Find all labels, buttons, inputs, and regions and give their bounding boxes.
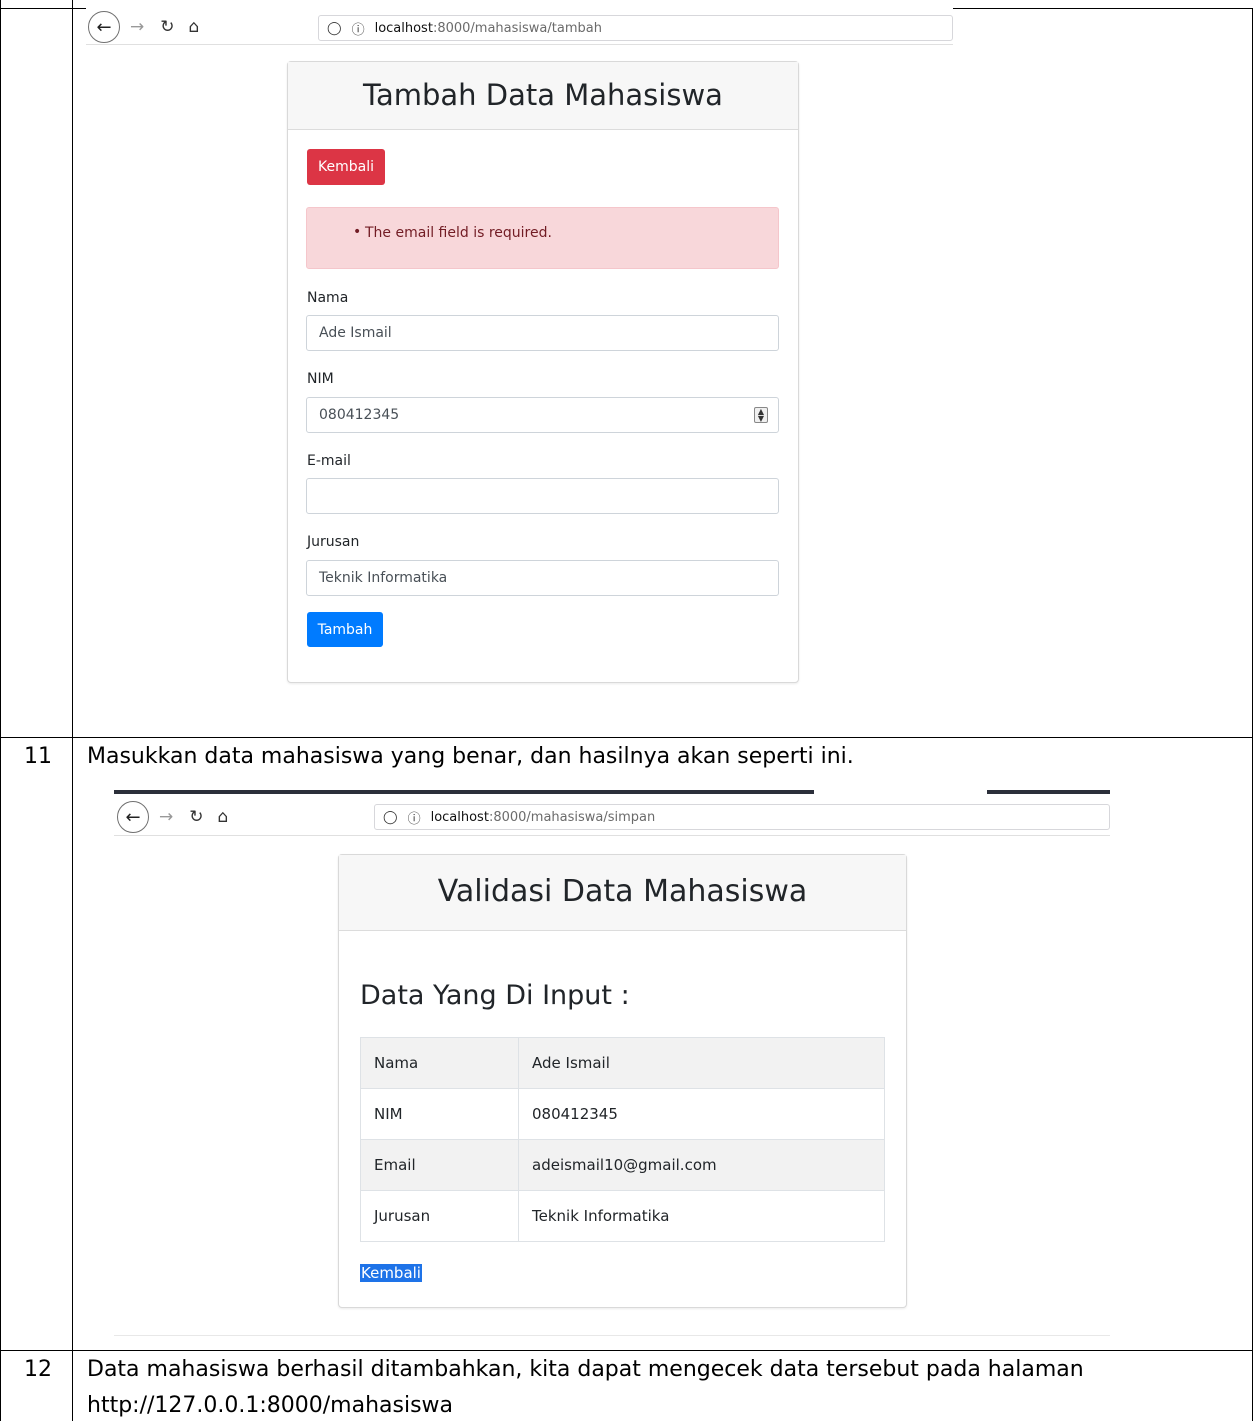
tab-strip	[987, 790, 1110, 794]
row-text-url: http://127.0.0.1:8000/mahasiswa	[87, 1393, 454, 1418]
table-column-divider	[72, 0, 73, 1421]
reload-icon[interactable]: ↻	[189, 807, 203, 827]
nim-input[interactable]: 080412345 ▲ ▼	[306, 397, 779, 433]
validation-alert: • The email field is required.	[306, 207, 779, 269]
screenshot-bottom-border	[114, 1335, 1110, 1336]
toolbar-bottom-border	[114, 835, 1110, 836]
table-top-border	[0, 8, 86, 9]
row-number: 11	[24, 744, 52, 769]
table-key: Nama	[360, 1037, 519, 1089]
number-spinner-icon[interactable]: ▲ ▼	[754, 407, 768, 423]
kembali-button[interactable]: Kembali	[307, 149, 385, 185]
nim-value: 080412345	[319, 407, 400, 423]
home-icon[interactable]: ⌂	[218, 807, 229, 827]
tambah-button[interactable]: Tambah	[307, 612, 383, 647]
table-key: Email	[360, 1139, 519, 1191]
info-icon: ⓘ	[351, 22, 365, 38]
alert-message: The email field is required.	[365, 225, 552, 241]
kembali-link[interactable]: Kembali	[360, 1264, 422, 1282]
reload-icon[interactable]: ↻	[160, 17, 174, 37]
table-value: adeismail10@gmail.com	[518, 1139, 885, 1191]
table-value: Teknik Informatika	[518, 1190, 885, 1242]
section-title: Data Yang Di Input :	[360, 980, 630, 1011]
browser-toolbar: ← → ↻ ⌂	[88, 11, 199, 43]
home-icon[interactable]: ⌂	[189, 17, 200, 37]
back-arrow-icon[interactable]: ←	[88, 11, 120, 43]
table-top-border-right	[953, 8, 1253, 9]
row-text: Masukkan data mahasiswa yang benar, dan …	[87, 744, 854, 769]
address-bar[interactable]: ◯ ⓘ localhost:8000/mahasiswa/tambah	[318, 15, 953, 41]
data-table: Nama Ade Ismail NIM 080412345 Email adei…	[360, 1037, 885, 1242]
table-row-divider	[0, 737, 1253, 738]
row-text: Data mahasiswa berhasil ditambahkan, kit…	[87, 1357, 1084, 1382]
shield-icon: ◯	[327, 20, 342, 36]
table-value: Ade Ismail	[518, 1037, 885, 1089]
table-row: Email adeismail10@gmail.com	[360, 1139, 885, 1191]
forward-arrow-icon[interactable]: →	[130, 17, 144, 37]
field-label-jurusan: Jurusan	[307, 534, 360, 550]
back-arrow-icon[interactable]: ←	[117, 801, 149, 833]
field-label-nama: Nama	[307, 290, 349, 306]
url-host: localhost	[374, 20, 433, 36]
table-row: Nama Ade Ismail	[360, 1037, 885, 1089]
card-title: Tambah Data Mahasiswa	[288, 62, 798, 130]
row-number: 12	[24, 1357, 52, 1382]
url-path: :8000/mahasiswa/tambah	[432, 20, 602, 36]
toolbar-bottom-border	[86, 44, 953, 45]
card-title: Validasi Data Mahasiswa	[339, 855, 906, 931]
table-row-divider	[0, 1350, 1253, 1351]
tab-strip	[114, 790, 814, 794]
url-path: :8000/mahasiswa/simpan	[488, 809, 656, 825]
field-label-email: E-mail	[307, 453, 351, 469]
alert-bullet: •	[353, 224, 362, 240]
field-label-nim: NIM	[307, 371, 334, 387]
info-icon: ⓘ	[407, 811, 421, 827]
nama-input[interactable]: Ade Ismail	[306, 315, 779, 351]
email-input[interactable]	[306, 478, 779, 514]
shield-icon: ◯	[383, 809, 398, 825]
table-key: Jurusan	[360, 1190, 519, 1242]
table-value: 080412345	[518, 1088, 885, 1140]
forward-arrow-icon[interactable]: →	[159, 807, 173, 827]
browser-toolbar: ← → ↻ ⌂	[117, 801, 228, 833]
url-host: localhost	[430, 809, 489, 825]
jurusan-input[interactable]: Teknik Informatika	[306, 560, 779, 596]
address-bar[interactable]: ◯ ⓘ localhost:8000/mahasiswa/simpan	[374, 804, 1110, 830]
table-row: Jurusan Teknik Informatika	[360, 1190, 885, 1242]
table-border-left	[0, 0, 1, 1421]
table-key: NIM	[360, 1088, 519, 1140]
table-row: NIM 080412345	[360, 1088, 885, 1140]
